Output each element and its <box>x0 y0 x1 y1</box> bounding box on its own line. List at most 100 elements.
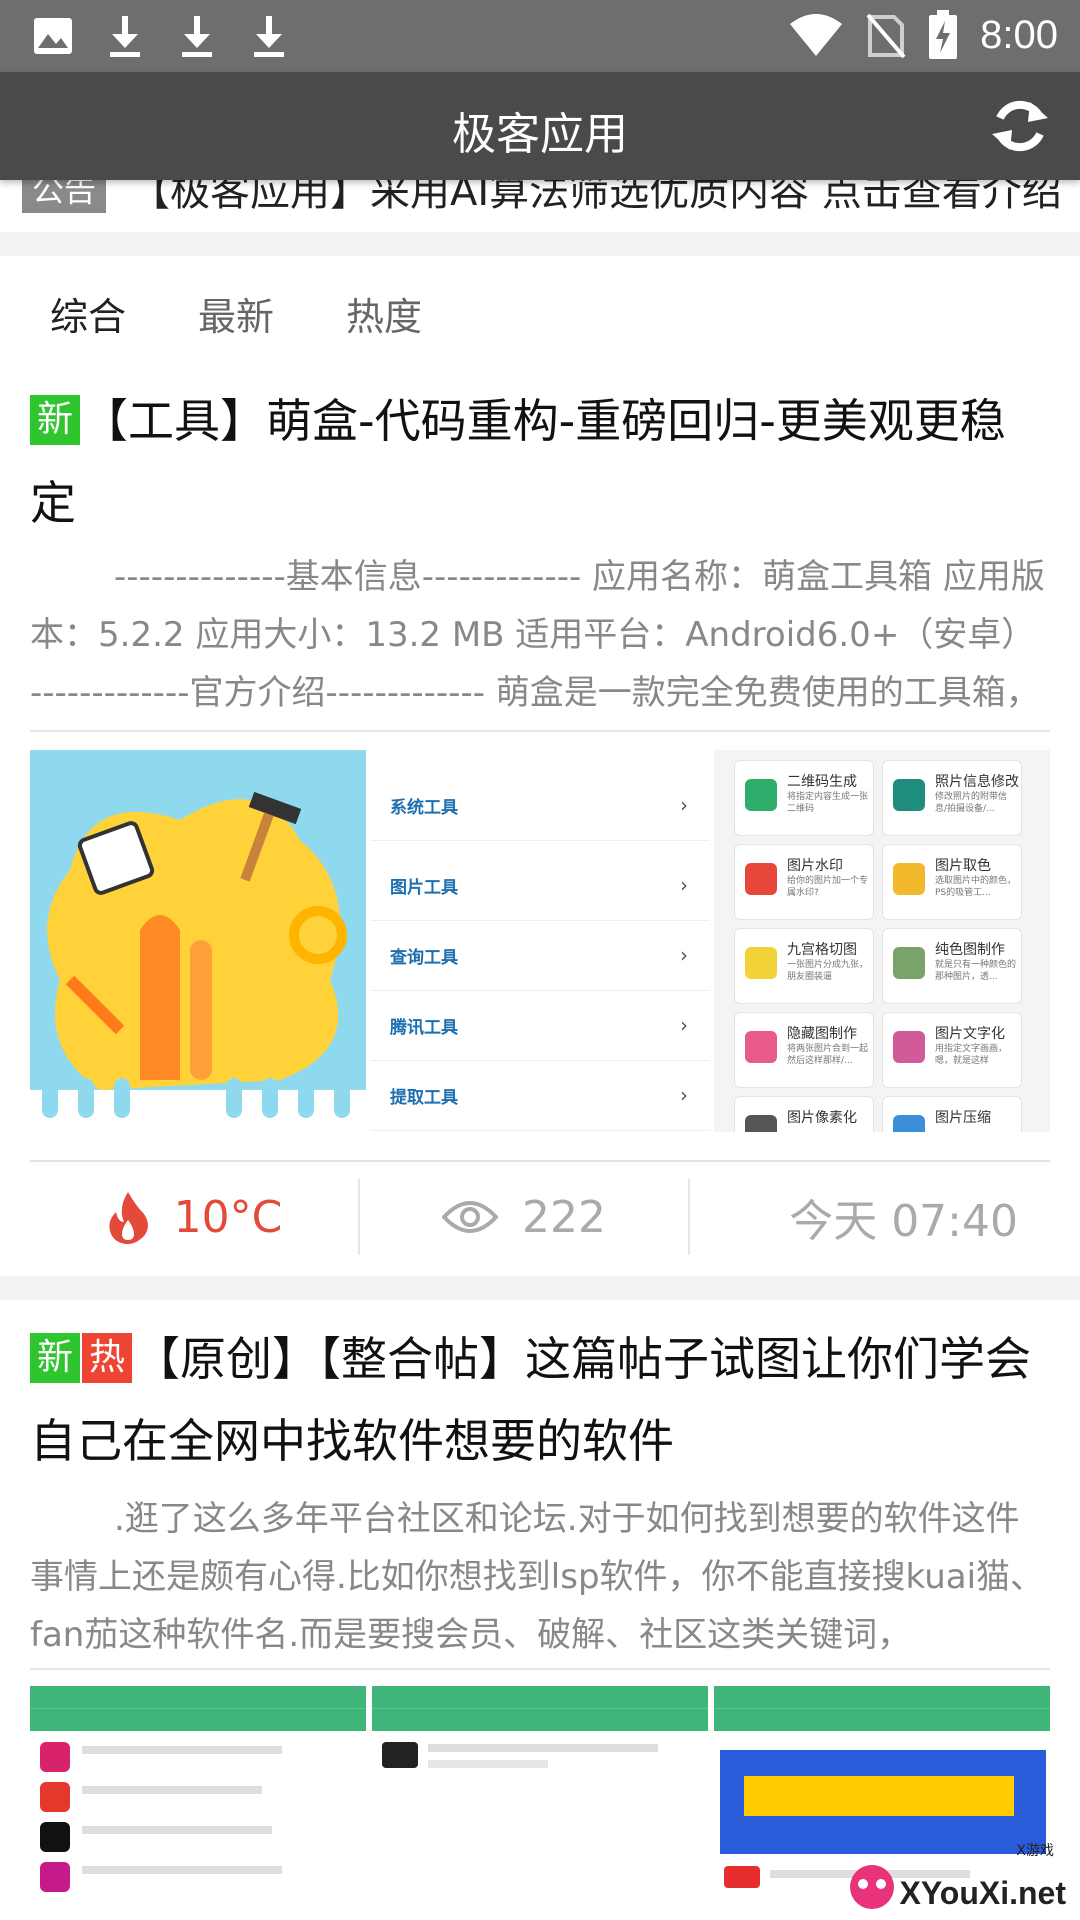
heat-value: 10°C <box>173 1191 283 1243</box>
color-picker-icon <box>893 863 925 895</box>
pixelate-icon <box>745 1115 777 1132</box>
download-icon <box>182 16 212 57</box>
mock-text-line <box>428 1760 548 1768</box>
notice-bar[interactable]: 公告 【极客应用】采用AI算法筛选优质内容 点击查看介绍 <box>0 180 1080 232</box>
category-item: 腾讯工具 › <box>370 990 710 1061</box>
screenshot-categories[interactable]: 系统工具 › 图片工具 › 查询工具 › 腾讯工具 › 提取工具 › <box>370 750 710 1132</box>
category-label: 提取工具 <box>390 1087 458 1108</box>
app-title: 极客应用 <box>452 109 628 160</box>
tool-desc: 修改照片的附带信息/拍摄设备/... <box>935 792 1008 814</box>
post-stats: 10°C 222 今天 07:40 <box>30 1172 1050 1262</box>
tool-card: 图片压缩 <box>882 1096 1022 1132</box>
tool-desc: 一张图片分成九张，朋友圈装逼 <box>787 960 869 982</box>
post-excerpt: --------------基本信息------------- 应用名称：萌盒工… <box>30 557 1045 713</box>
tool-card: 照片信息修改 修改照片的附带信息/拍摄设备/... <box>882 760 1022 836</box>
post-title[interactable]: 新热【原创】【整合帖】这篇帖子试图让你们学会自己在全网中找软件想要的软件 <box>30 1318 1050 1482</box>
clock: 8:00 <box>980 12 1058 57</box>
tool-title: 隐藏图制作 <box>787 1026 857 1042</box>
tool-desc: 将两张图片合到一起然后这样那样/... <box>787 1044 869 1066</box>
chevron-right-icon: › <box>680 1013 688 1037</box>
sort-tabs: 综合 最新 热度 <box>50 286 422 341</box>
tool-card: 图片文字化 用指定文字画画，嗯，就是这样 <box>882 1012 1022 1088</box>
mock-text-line <box>428 1744 658 1752</box>
tool-card: 图片水印 给你的图片加一个专属水印? <box>734 844 874 920</box>
screenshot-illustration[interactable] <box>30 750 366 1132</box>
image-icon <box>34 18 72 54</box>
post-time: 今天 07:40 <box>789 1196 1018 1247</box>
chevron-right-icon: › <box>680 873 688 897</box>
tool-card: 图片像素化 <box>734 1096 874 1132</box>
tool-title: 图片文字化 <box>935 1026 1005 1042</box>
grid-icon <box>745 947 777 979</box>
watermark-small-text: X游戏 <box>1016 1843 1054 1859</box>
mock-status-bar <box>30 1686 366 1708</box>
excerpt-divider <box>30 1668 1050 1670</box>
mock-text-line <box>82 1866 282 1874</box>
notice-text: 【极客应用】采用AI算法筛选优质内容 点击查看介绍 <box>130 180 1062 215</box>
eye-icon <box>442 1201 498 1233</box>
app-icon <box>40 1862 70 1892</box>
excerpt-divider <box>30 730 1050 732</box>
post-title-text: 【原创】【整合帖】这篇帖子试图让你们学会自己在全网中找软件想要的软件 <box>30 1332 1031 1468</box>
text-image-icon <box>893 1031 925 1063</box>
tool-card: 图片取色 选取图片中的颜色，PS的吸管工... <box>882 844 1022 920</box>
post-excerpt: .逛了这么多年平台社区和论坛.对于如何找到想要的软件这件事情上还是颇有心得.比如… <box>30 1499 1045 1655</box>
category-item: 查询工具 › <box>370 920 710 991</box>
status-bar: 8:00 <box>0 0 1080 72</box>
tab-latest[interactable]: 最新 <box>198 286 274 341</box>
watermark-logo <box>850 1865 895 1909</box>
download-icon <box>110 16 140 57</box>
hot-badge: 热 <box>82 1333 132 1383</box>
app-icon <box>40 1742 70 1772</box>
tool-title: 图片压缩 <box>935 1110 991 1126</box>
tab-comprehensive[interactable]: 综合 <box>50 286 126 341</box>
category-label: 查询工具 <box>390 947 458 968</box>
category-item: 系统工具 › <box>370 770 710 841</box>
category-label: 系统工具 <box>390 797 458 818</box>
chevron-right-icon: › <box>680 793 688 817</box>
tool-desc: 将指定内容生成一张二维码 <box>787 792 869 814</box>
battery-charging-icon <box>929 10 958 59</box>
qrcode-icon <box>745 779 777 811</box>
tool-title: 图片像素化 <box>787 1110 857 1126</box>
category-label: 腾讯工具 <box>390 1017 458 1038</box>
new-badge: 新 <box>30 395 80 445</box>
tool-title: 九宫格切图 <box>787 942 857 958</box>
tab-popularity[interactable]: 热度 <box>346 286 422 341</box>
compress-icon <box>893 1115 925 1132</box>
download-icon <box>254 16 284 57</box>
app-icon <box>382 1742 418 1768</box>
watermark-icon <box>745 863 777 895</box>
screenshot-community[interactable] <box>372 1686 708 1920</box>
app-icon <box>40 1782 70 1812</box>
post-card[interactable]: 综合 最新 热度 新【工具】萌盒-代码重构-重磅回归-更美观更稳定 ------… <box>0 256 1080 1276</box>
hidden-image-icon <box>745 1031 777 1063</box>
screenshot-tools[interactable]: 二维码生成 将指定内容生成一张二维码 照片信息修改 修改照片的附带信息/拍摄设备… <box>714 750 1050 1132</box>
deal-banner-highlight <box>744 1776 1014 1816</box>
views-stat: 222 <box>360 1172 688 1262</box>
chevron-right-icon: › <box>680 1083 688 1107</box>
post-title[interactable]: 新【工具】萌盒-代码重构-重磅回归-更美观更稳定 <box>30 380 1050 544</box>
refresh-icon[interactable] <box>986 92 1054 160</box>
screenshot-search-results[interactable] <box>30 1686 366 1920</box>
watermark-text: XYouXi.net <box>899 1875 1066 1911</box>
tool-title: 图片取色 <box>935 858 991 874</box>
tool-card: 九宫格切图 一张图片分成九张，朋友圈装逼 <box>734 928 874 1004</box>
tool-title: 二维码生成 <box>787 774 857 790</box>
solid-image-icon <box>893 947 925 979</box>
tool-card: 纯色图制作 就是只有一种颜色的那种图片，透... <box>882 928 1022 1004</box>
chevron-right-icon: › <box>680 943 688 967</box>
mock-status-bar <box>372 1686 708 1708</box>
mock-search-bar <box>30 1708 366 1731</box>
tool-title: 图片水印 <box>787 858 843 874</box>
app-icon <box>724 1866 760 1888</box>
category-item: 提取工具 › <box>370 1060 710 1131</box>
photo-info-icon <box>893 779 925 811</box>
new-badge: 新 <box>30 1333 80 1383</box>
post-card[interactable]: 新热【原创】【整合帖】这篇帖子试图让你们学会自己在全网中找软件想要的软件 .逛了… <box>0 1300 1080 1920</box>
fire-icon <box>108 1192 148 1244</box>
tool-title: 纯色图制作 <box>935 942 1005 958</box>
mock-search-bar <box>372 1708 708 1731</box>
mock-text-line <box>82 1746 282 1754</box>
mock-text-line <box>82 1786 262 1794</box>
